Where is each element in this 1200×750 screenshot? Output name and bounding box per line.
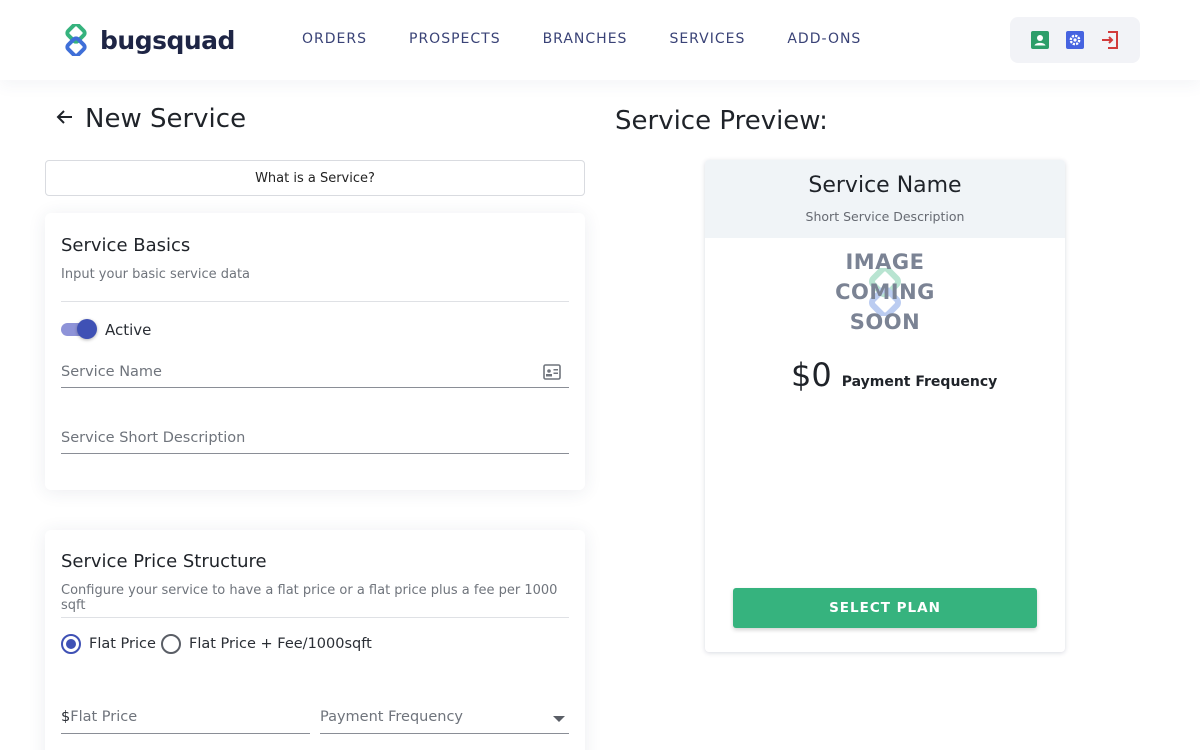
nav-services[interactable]: SERVICES: [669, 31, 745, 47]
radio-flat-price-label: Flat Price: [89, 636, 156, 652]
radio-flat-price[interactable]: Flat Price: [61, 634, 156, 654]
flat-price-placeholder-text: Flat Price: [70, 709, 138, 725]
service-name-placeholder: Service Name: [61, 364, 162, 380]
id-card-icon: [543, 364, 561, 380]
nav-branches[interactable]: BRANCHES: [543, 31, 628, 47]
price-structure-title: Service Price Structure: [61, 551, 267, 572]
brand-logo[interactable]: bugsquad: [60, 24, 235, 56]
what-is-service-button[interactable]: What is a Service?: [45, 160, 585, 196]
settings-icon: [1065, 31, 1084, 49]
preview-service-name: Service Name: [808, 173, 962, 198]
logout-icon: [1102, 31, 1119, 49]
radio-flat-price-plus-fee[interactable]: Flat Price + Fee/1000sqft: [161, 634, 372, 654]
payment-frequency-placeholder: Payment Frequency: [320, 709, 463, 725]
service-preview-card: Service Name Short Service Description I…: [705, 160, 1065, 652]
main-nav: ORDERS PROSPECTS BRANCHES SERVICES ADD-O…: [302, 31, 903, 47]
divider: [61, 617, 569, 618]
arrow-left-icon: [56, 109, 72, 124]
dollar-prefix: $: [61, 709, 71, 725]
active-label: Active: [105, 321, 152, 339]
preview-payment-frequency: Payment Frequency: [841, 374, 998, 390]
payment-frequency-select[interactable]: Payment Frequency: [320, 700, 569, 734]
preview-card-header: Service Name Short Service Description: [705, 160, 1065, 238]
preview-price: $0 Payment Frequency: [791, 356, 997, 394]
page-title: New Service: [85, 104, 247, 134]
image-placeholder-line-1: IMAGE: [845, 250, 925, 274]
service-short-description-input[interactable]: Service Short Description: [61, 420, 569, 454]
preview-price-amount: $0: [791, 356, 832, 394]
image-placeholder-line-2: COMING: [835, 280, 935, 304]
nav-orders[interactable]: ORDERS: [302, 31, 367, 47]
back-button[interactable]: [55, 107, 75, 132]
brand-name: bugsquad: [100, 25, 235, 55]
service-short-description-placeholder: Service Short Description: [61, 430, 246, 446]
settings-button[interactable]: [1064, 29, 1086, 51]
price-structure-subtitle: Configure your service to have a flat pr…: [61, 583, 558, 613]
nav-prospects[interactable]: PROSPECTS: [409, 31, 501, 47]
profile-button[interactable]: [1029, 29, 1051, 51]
header-actions: [1010, 17, 1140, 63]
radio-circle: [161, 634, 181, 654]
caret-down-icon: [553, 716, 565, 722]
profile-icon: [1030, 31, 1049, 49]
bugsquad-logo-icon: [65, 24, 87, 56]
preview-short-description: Short Service Description: [805, 209, 965, 224]
service-basics-card: Service Basics Input your basic service …: [45, 213, 585, 490]
page-title-row: New Service: [55, 104, 246, 134]
image-placeholder-line-3: SOON: [849, 310, 921, 334]
toggle-thumb: [77, 319, 97, 339]
preview-title: Service Preview:: [615, 106, 828, 136]
radio-circle-selected: [61, 634, 81, 654]
service-price-structure-card: Service Price Structure Configure your s…: [45, 530, 585, 750]
service-basics-subtitle: Input your basic service data: [61, 267, 251, 282]
divider: [61, 301, 569, 302]
nav-add-ons[interactable]: ADD-ONS: [787, 31, 861, 47]
image-coming-soon: IMAGE COMING SOON: [825, 246, 945, 336]
service-basics-title: Service Basics: [61, 235, 191, 256]
flat-price-input[interactable]: $Flat Price: [61, 700, 310, 734]
active-toggle[interactable]: [61, 319, 97, 339]
top-navbar: bugsquad ORDERS PROSPECTS BRANCHES SERVI…: [0, 0, 1200, 80]
select-plan-button[interactable]: SELECT PLAN: [733, 588, 1037, 628]
radio-flat-price-plus-fee-label: Flat Price + Fee/1000sqft: [189, 636, 372, 652]
logout-button[interactable]: [1099, 29, 1121, 51]
flat-price-placeholder: $Flat Price: [61, 709, 137, 725]
service-name-input[interactable]: Service Name: [61, 354, 569, 388]
